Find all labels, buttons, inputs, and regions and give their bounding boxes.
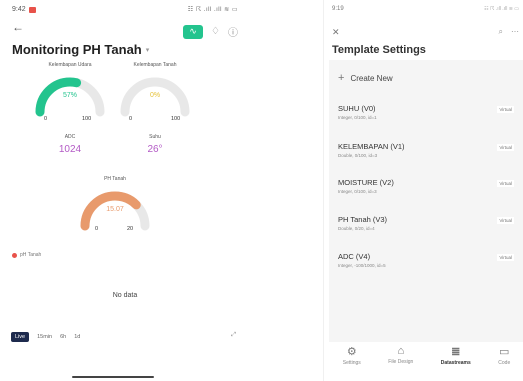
gauge-min: 0 (44, 116, 48, 122)
gauge-min: 0 (129, 116, 133, 122)
value-number: 1024 (58, 144, 82, 155)
nav-label: Datastreams (440, 360, 471, 366)
gauge-min: 0 (95, 226, 99, 232)
datastream-tag: Virtual (497, 144, 514, 151)
value-suhu: Suhu 26° (135, 134, 175, 155)
gauge-kelembapan-tanah: Kelembapan Tanah 0% 0 100 (115, 62, 195, 124)
datastream-name: PH Tanah (V3) (338, 215, 388, 224)
gear-icon: ⚙ (346, 346, 357, 358)
chart-legend: pH Tanah (12, 252, 41, 258)
notification-icon (28, 6, 36, 13)
gauge-max: 100 (171, 116, 181, 122)
info-icon[interactable]: ⓘ (228, 24, 238, 39)
page-title: Template Settings (332, 44, 426, 56)
create-new-label: Create New (350, 73, 393, 83)
gauge-value: 57% (62, 92, 77, 99)
value-number: 26° (147, 144, 163, 155)
datastream-desc: Integer, 0/100, id=1 (338, 115, 377, 120)
gauge-max: 20 (127, 226, 134, 232)
expand-icon[interactable]: ⤢ (231, 332, 236, 339)
top-actions: ∿ ♢ ⓘ (183, 24, 238, 39)
datastreams-icon: ≣ (451, 346, 461, 358)
datastream-desc: Double, 0/100, id=3 (338, 153, 378, 158)
nav-settings[interactable]: ⚙ Settings (343, 345, 361, 381)
datastream-tag: Virtual (497, 180, 514, 187)
datastream-name: MOISTURE (V2) (338, 178, 394, 187)
more-icon[interactable]: ⋯ (511, 27, 519, 37)
value-label: Suhu (149, 134, 161, 140)
datastream-item[interactable]: ADC (V4) Integer, -100/1000, id=5 Virtua… (338, 252, 520, 268)
nav-file-design[interactable]: ⌂ File Design (388, 345, 413, 381)
datastream-desc: Integer, -100/1000, id=5 (338, 263, 386, 268)
datastream-item[interactable]: SUHU (V0) Integer, 0/100, id=1 Virtual (338, 104, 520, 120)
chevron-down-icon: ▾ (145, 46, 150, 54)
status-icons: ☷ ☈ .ıll .ıll ≋ ▭ (187, 7, 238, 13)
datastream-name: KELEMBAPAN (V1) (338, 142, 405, 151)
page-title[interactable]: Monitoring PH Tanah ▾ (12, 42, 149, 57)
datastream-desc: Integer, 0/100, id=3 (338, 189, 377, 194)
plus-icon: + (338, 72, 345, 84)
time-range-tabs: Live 15min 6h 1d (11, 332, 80, 342)
datastream-name: ADC (V4) (338, 252, 371, 261)
tab-1d[interactable]: 1d (74, 334, 80, 340)
datastreams-panel (329, 60, 523, 342)
tab-15min[interactable]: 15min (37, 334, 52, 340)
dashboard-screen: 9:42 ☷ ☈ .ıll .ıll ≋ ▭ ← ∿ ♢ ⓘ Monitorin… (0, 0, 250, 381)
status-bar-left: 9:42 (12, 6, 36, 13)
gauge-ph-tanah: PH Tanah 15.07 0 20 (75, 176, 155, 238)
datastream-tag: Virtual (497, 106, 514, 113)
datastream-item[interactable]: PH Tanah (V3) Double, 0/20, id=4 Virtual (338, 215, 520, 231)
gauge-max: 100 (82, 116, 92, 122)
clock: 9:19 (332, 6, 344, 12)
tab-live[interactable]: Live (11, 332, 30, 342)
bell-icon[interactable]: ♢ (211, 26, 220, 37)
tab-6h[interactable]: 6h (60, 334, 66, 340)
datastream-name: SUHU (V0) (338, 104, 376, 113)
datastream-desc: Double, 0/20, id=4 (338, 226, 375, 231)
no-data-text: No data (112, 292, 138, 299)
gauge-kelembapan-udara: Kelembapan Udara 57% 0 100 (30, 62, 110, 124)
status-icons: ☷ ☈ .ıll .ıll ≋ ▭ (484, 6, 519, 12)
code-icon: ▭ (499, 346, 510, 358)
pulse-icon[interactable]: ∿ (183, 24, 204, 39)
design-icon: ⌂ (397, 345, 405, 357)
nav-label: File Design (388, 359, 414, 365)
clock: 9:42 (12, 6, 26, 13)
nav-code[interactable]: ▭ Code (498, 345, 510, 381)
gauge-value: 0% (149, 92, 161, 99)
value-label: ADC (64, 134, 76, 140)
nav-datastreams[interactable]: ≣ Datastreams (441, 345, 471, 381)
top-actions: ⌕ ⋯ (499, 27, 519, 37)
create-new-button[interactable]: + Create New (338, 72, 393, 84)
value-adc: ADC 1024 (50, 134, 90, 155)
nav-label: Code (498, 360, 511, 366)
legend-label: pH Tanah (20, 252, 42, 258)
nav-label: Settings (342, 360, 361, 366)
datastream-tag: Virtual (497, 217, 514, 224)
template-settings-screen: 9:19 ☷ ☈ .ıll .ıll ≋ ▭ ✕ ⌕ ⋯ Template Se… (323, 0, 523, 381)
home-indicator (72, 376, 154, 378)
gauge-value: 15.07 (106, 206, 124, 213)
page-title-text: Monitoring PH Tanah (12, 42, 142, 57)
legend-dot-icon (12, 252, 17, 258)
datastream-tag: Virtual (497, 254, 514, 261)
search-icon[interactable]: ⌕ (499, 27, 503, 37)
datastream-item[interactable]: KELEMBAPAN (V1) Double, 0/100, id=3 Virt… (338, 142, 520, 158)
close-icon[interactable]: ✕ (332, 27, 340, 38)
datastream-item[interactable]: MOISTURE (V2) Integer, 0/100, id=3 Virtu… (338, 178, 520, 194)
bottom-nav: ⚙ Settings ⌂ File Design ≣ Datastreams ▭… (329, 345, 523, 381)
back-arrow-icon[interactable]: ← (12, 20, 24, 34)
